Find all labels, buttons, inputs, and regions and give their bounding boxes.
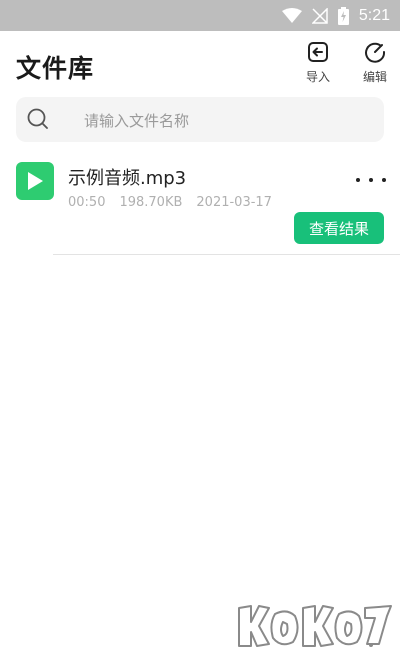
import-button[interactable]: 导入 <box>298 41 338 91</box>
edit-icon <box>365 42 386 63</box>
edit-button[interactable]: 编辑 <box>355 41 395 91</box>
play-file-icon <box>16 162 54 200</box>
search-placeholder: 请输入文件名称 <box>84 112 190 130</box>
search-input[interactable]: 请输入文件名称 <box>16 97 384 142</box>
file-date: 2021-03-17 <box>196 195 272 210</box>
no-signal-icon <box>311 7 328 24</box>
watermark-logo <box>238 605 392 647</box>
dot <box>382 178 386 182</box>
file-name: 示例音频.mp3 <box>68 168 187 189</box>
more-options-button[interactable] <box>356 170 386 190</box>
play-icon <box>28 172 43 190</box>
search-icon <box>27 108 48 129</box>
status-icons: 5:21 <box>281 0 390 31</box>
divider <box>53 254 400 255</box>
dot <box>369 178 373 182</box>
header: 文件库 导入 编辑 <box>0 31 400 93</box>
status-bar: 5:21 <box>0 0 400 31</box>
wifi-icon <box>281 7 302 23</box>
dot <box>356 178 360 182</box>
file-duration: 00:50 <box>68 195 106 210</box>
file-size: 198.70KB <box>119 195 183 210</box>
import-label: 导入 <box>305 70 330 84</box>
status-time: 5:21 <box>358 6 390 24</box>
edit-label: 编辑 <box>362 70 387 84</box>
import-icon <box>308 42 328 62</box>
list-item[interactable]: 示例音频.mp3 00:50 198.70KB 2021-03-17 查看结果 <box>0 152 400 254</box>
battery-charging-icon <box>337 6 349 25</box>
view-result-button[interactable]: 查看结果 <box>294 212 384 244</box>
file-meta: 00:50 198.70KB 2021-03-17 <box>68 195 272 210</box>
page-title: 文件库 <box>16 54 95 83</box>
